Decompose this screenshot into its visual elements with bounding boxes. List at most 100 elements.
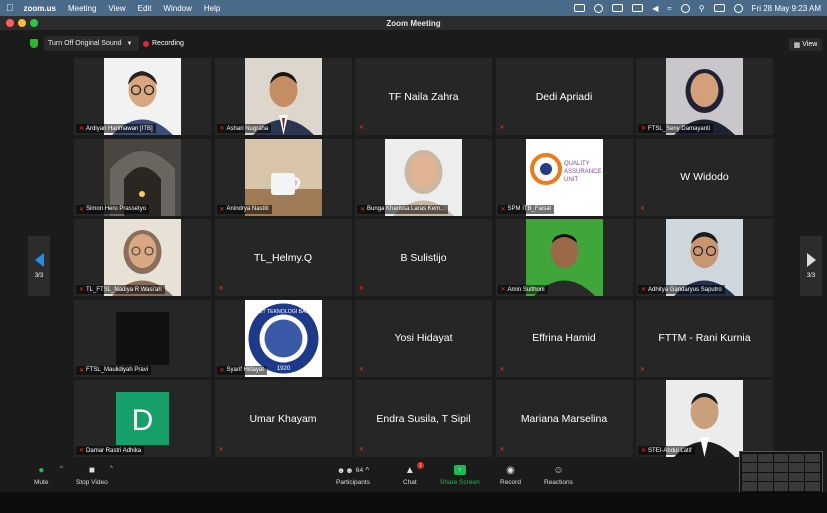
zoom-status-icon[interactable] — [574, 4, 586, 12]
participant-tile[interactable]: TF Naila Zahra ✕ — [355, 58, 492, 135]
participant-tile[interactable]: B Sulistijo ✕ — [355, 219, 492, 296]
chevron-left-icon — [34, 253, 44, 267]
muted-mic-icon: ✕ — [218, 447, 224, 453]
participant-tile[interactable]: ✕ Ardiyan Harimawan [ITB] — [74, 58, 211, 135]
record-label: Record — [500, 479, 521, 486]
participant-name-center: TF Naila Zahra — [388, 90, 459, 103]
siri-icon[interactable] — [733, 3, 743, 13]
participant-tile[interactable]: ✕ Simon Heru Prassetyo — [74, 138, 211, 216]
participant-tile[interactable]: ✕ FTSL_Seny Damayanti — [636, 58, 773, 135]
recording-indicator[interactable]: Recording — [143, 36, 184, 51]
clock-app-icon[interactable] — [594, 3, 604, 13]
participant-name: Damar Rastri Adhika — [86, 447, 142, 454]
participant-name-label: ✕ STEI-Abdul Latif — [638, 446, 695, 455]
apple-icon[interactable]:  — [6, 3, 14, 14]
thumbnail-cell — [757, 454, 773, 463]
share-screen-button[interactable]: ↑ Share Screen — [440, 464, 480, 486]
chat-button[interactable]: ▲ 1 Chat — [403, 462, 424, 486]
original-sound-button[interactable]: Turn Off Original Sound ▼ — [44, 36, 139, 51]
mute-button[interactable]: ● Mute — [34, 464, 48, 487]
participant-tile[interactable]: W Widodo ✕ — [636, 138, 773, 216]
participant-tile[interactable]: ✕ STEI-Abdul Latif — [636, 380, 773, 457]
participant-name: Anindrya Nastiti — [226, 206, 269, 212]
screen-mirror-icon[interactable] — [612, 4, 624, 12]
participant-tile[interactable]: ✕ Amin Sulthoni — [495, 219, 633, 296]
participant-tile[interactable]: ✕ TL_FTSL_Nadiya R Wasi'ah — [74, 219, 211, 296]
reactions-label: Reactions — [544, 479, 573, 486]
menu-item-meeting[interactable]: Meeting — [68, 4, 96, 13]
security-shield-icon[interactable] — [30, 39, 38, 48]
next-page-button[interactable]: 3/3 — [800, 236, 822, 296]
participant-tile[interactable]: Dedi Apriadi ✕ — [495, 58, 633, 135]
participant-tile[interactable]: Umar Khayam ✕ — [214, 380, 352, 457]
chat-bubble-icon: ▲ 1 — [405, 462, 424, 476]
chat-badge: 1 — [416, 462, 424, 469]
muted-mic-icon: ✕ — [499, 125, 505, 131]
participant-tile[interactable]: ✕ Anindrya Nastiti — [214, 138, 352, 216]
previous-page-button[interactable]: 3/3 — [28, 236, 50, 296]
recording-dot-icon — [143, 40, 149, 47]
chevron-down-icon[interactable]: ▼ — [127, 41, 133, 47]
muted-mic-icon: ✕ — [79, 206, 85, 213]
window-controls — [6, 19, 38, 27]
muted-mic-icon: ✕ — [359, 286, 365, 292]
muted-mic-icon: ✕ — [360, 206, 366, 213]
spotlight-icon[interactable]: ⚲ — [699, 4, 705, 13]
participant-name: SPM ITB_Faisal — [507, 206, 551, 212]
participant-name-label: ✕ Simon Heru Prassetyo — [76, 204, 150, 214]
wifi-icon[interactable]: ≈ — [667, 4, 671, 13]
close-window-button[interactable] — [6, 19, 14, 27]
participant-name-center: W Widodo — [680, 171, 729, 183]
participant-tile[interactable]: ✕ FTSL_Maulidiyah Pravi — [74, 299, 211, 377]
video-options-caret-icon[interactable]: ^ — [110, 466, 113, 472]
muted-mic-icon: ✕ — [641, 448, 647, 454]
muted-mic-icon: ✕ — [499, 447, 505, 453]
window-title-bar: Zoom Meeting — [0, 16, 827, 30]
thumbnail-cell — [773, 472, 789, 482]
menu-app-name[interactable]: zoom.us — [24, 4, 56, 13]
participant-tile[interactable]: FTTM - Rani Kurnia ✕ — [636, 299, 773, 377]
participant-tile[interactable]: Endra Susila, T Sipil ✕ — [355, 380, 492, 457]
participant-tile[interactable]: INSTITUT TEKNOLOGI BANDUNG 1920 ✕ Syarif H… — [214, 299, 352, 377]
participant-tile[interactable]: ✕ Ashari Nugraha — [214, 58, 352, 135]
muted-mic-icon: ✕ — [79, 126, 85, 132]
reactions-button[interactable]: ☺ Reactions — [544, 464, 573, 487]
participant-tile[interactable]: ✕ Adhitya Gandaryus Saputro — [636, 219, 773, 296]
participant-tile[interactable]: ✕ Bunga Kharissa Laras Kem... — [355, 138, 492, 216]
svg-text:UNIT: UNIT — [564, 177, 578, 183]
zoom-window-button[interactable] — [30, 19, 38, 27]
clock-label[interactable]: Fri 28 May 9:23 AM — [752, 4, 821, 13]
participant-name: TL_FTSL_Nadiya R Wasi'ah — [86, 286, 162, 293]
participant-name-label: ✕ Bunga Kharissa Laras Kem... — [357, 204, 449, 214]
thumbnail-cell — [789, 472, 805, 482]
participant-name: FTSL_Maulidiyah Pravi — [86, 367, 149, 373]
record-button[interactable]: ◉ Record — [500, 464, 521, 487]
video-camera-icon: ■ — [88, 464, 95, 476]
participant-tile[interactable]: Mariana Marselina ✕ — [495, 380, 633, 457]
menu-item-edit[interactable]: Edit — [138, 4, 152, 13]
stop-video-button[interactable]: ■ Stop Video — [76, 464, 108, 487]
volume-icon[interactable]: ◀ — [652, 4, 658, 13]
menu-item-help[interactable]: Help — [204, 4, 220, 13]
minimize-window-button[interactable] — [18, 19, 26, 27]
participant-tile[interactable]: Yosi Hidayat ✕ — [355, 299, 492, 377]
participant-tile[interactable]: Effrina Hamid ✕ — [495, 299, 633, 377]
audio-options-caret-icon[interactable]: ^ — [60, 466, 63, 472]
view-button[interactable]: ▦ View — [789, 38, 822, 51]
control-center-icon[interactable] — [713, 4, 725, 12]
participant-name: Amin Sulthoni — [507, 286, 545, 293]
participant-tile[interactable]: QUALITY ASSURANCE UNIT ✕ SPM ITB_Faisal — [495, 138, 633, 216]
muted-mic-icon: ✕ — [640, 205, 646, 212]
participant-tile[interactable]: TL_Helmy.Q ✕ — [214, 219, 352, 296]
participants-button[interactable]: ☻☻ 64 ^ Participants — [336, 464, 370, 487]
menu-item-window[interactable]: Window — [163, 4, 191, 13]
participant-name: Ardiyan Harimawan [ITB] — [86, 125, 153, 132]
participant-tile[interactable]: D ✕ Damar Rastri Adhika — [74, 380, 211, 457]
svg-text:D: D — [132, 404, 154, 437]
user-icon[interactable] — [680, 3, 690, 13]
muted-mic-icon: ✕ — [500, 206, 506, 213]
menu-item-view[interactable]: View — [108, 4, 125, 13]
thumbnail-cell — [773, 463, 789, 472]
battery-icon[interactable] — [632, 4, 644, 12]
participant-name-label: ✕ Anindrya Nastiti — [216, 204, 272, 214]
